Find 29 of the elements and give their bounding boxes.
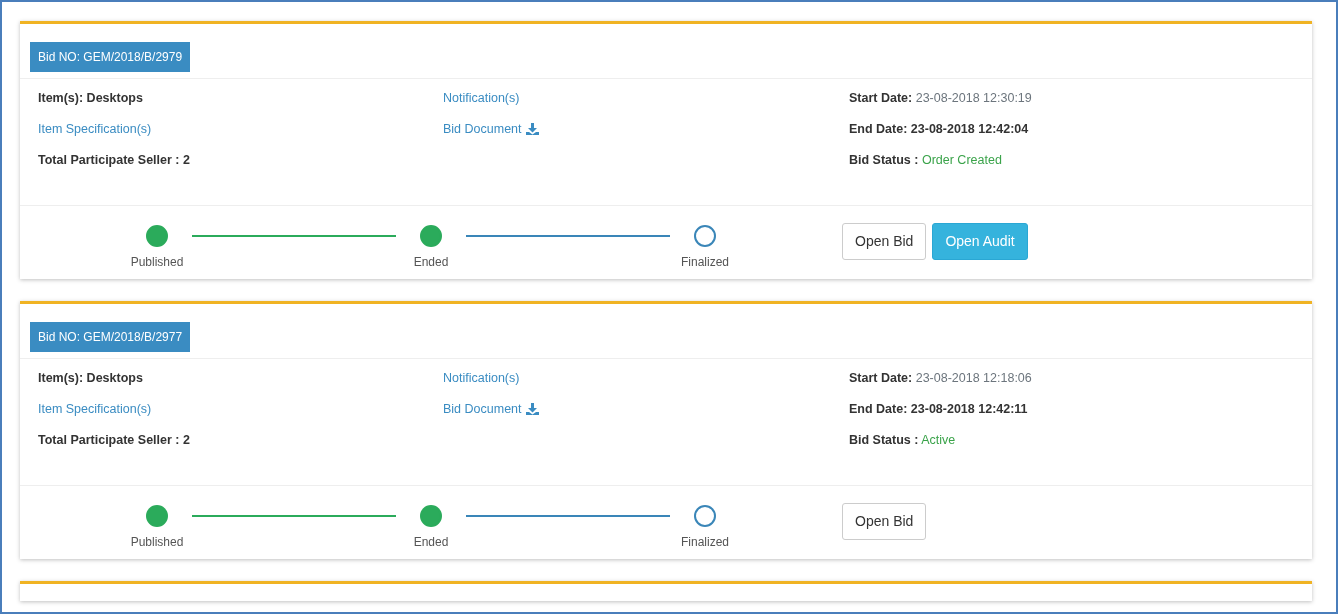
timeline-step-label: Ended <box>413 254 449 271</box>
item-specification-link[interactable]: Item Specification(s) <box>38 120 443 138</box>
download-icon <box>525 123 539 135</box>
download-icon <box>525 403 539 415</box>
start-date-text: Start Date: 23-08-2018 12:30:19 <box>849 90 1033 107</box>
bid-number-label: Bid NO: GEM/2018/B/2977 <box>30 322 191 352</box>
bid-document-link[interactable]: Bid Document <box>443 120 539 138</box>
bid-document-link[interactable]: Bid Document <box>443 400 539 418</box>
timeline-step-label: Finalized <box>681 534 729 551</box>
timeline-step-label: Published <box>130 254 184 271</box>
timeline-step-label: Ended <box>413 534 449 551</box>
open-audit-button[interactable]: Open Audit <box>932 223 1028 260</box>
start-date-text: Start Date: 23-08-2018 12:18:06 <box>849 370 1033 387</box>
item-specification-link[interactable]: Item Specification(s) <box>38 400 443 418</box>
open-bid-button[interactable]: Open Bid <box>842 503 927 540</box>
bid-status-text: Bid Status : Active <box>849 432 957 449</box>
end-date-text: End Date: 23-08-2018 12:42:04 <box>849 121 1030 138</box>
timeline-step-label: Published <box>130 534 184 551</box>
open-bid-button[interactable]: Open Bid <box>842 223 927 260</box>
end-date-text: End Date: 23-08-2018 12:42:11 <box>849 401 1029 418</box>
notifications-link[interactable]: Notification(s) <box>443 89 849 107</box>
items-text: Item(s): Desktops <box>38 90 144 107</box>
timeline-step-label: Finalized <box>681 254 729 271</box>
notifications-link[interactable]: Notification(s) <box>443 369 849 387</box>
bid-number-label: Bid NO: GEM/2018/B/2979 <box>30 42 191 72</box>
bid-status-text: Bid Status : Order Created <box>849 152 1003 169</box>
sellers-count-text: Total Participate Seller : 2 <box>38 152 191 169</box>
items-text: Item(s): Desktops <box>38 370 144 387</box>
sellers-count-text: Total Participate Seller : 2 <box>38 432 191 449</box>
